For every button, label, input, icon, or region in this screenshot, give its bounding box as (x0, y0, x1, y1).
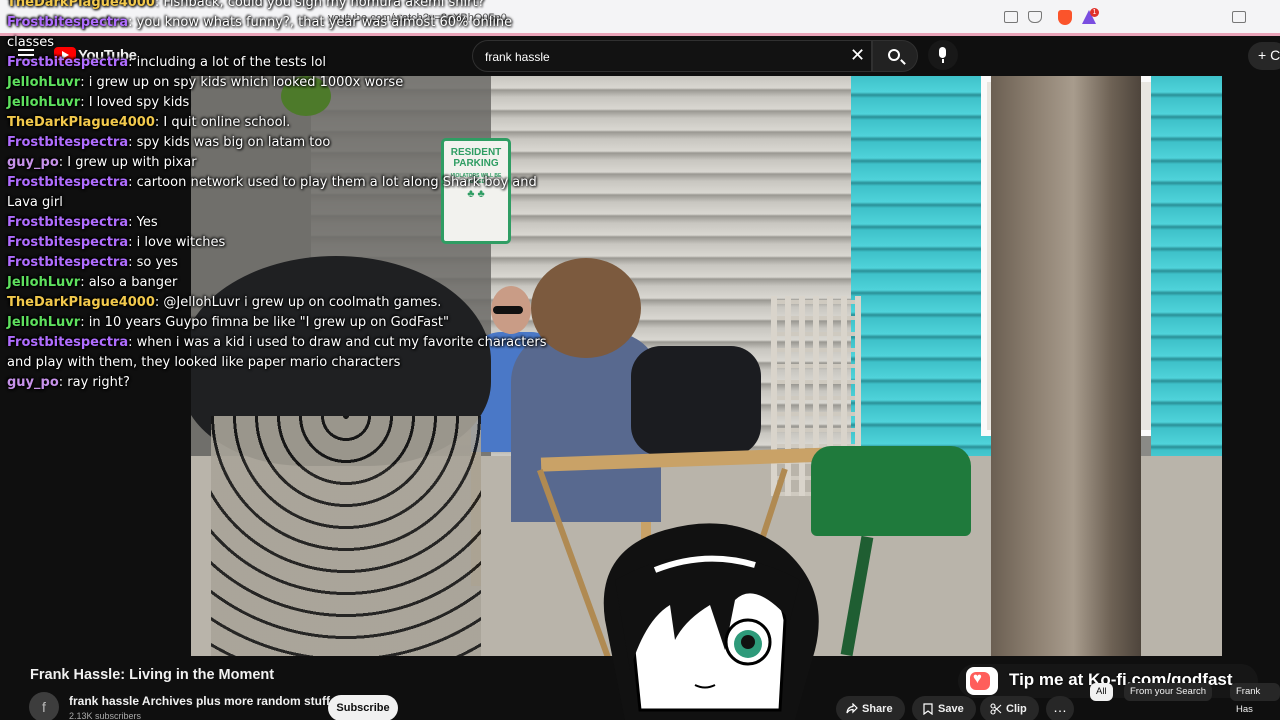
brave-shields-icon[interactable] (1058, 10, 1072, 25)
iron-stand (211, 416, 481, 656)
chat-username: Frostbitespectra (7, 255, 129, 270)
more-actions-button[interactable]: … (1046, 696, 1074, 720)
create-button[interactable]: + C (1248, 42, 1280, 70)
chat-message: JellohLuvr: also a banger (7, 275, 178, 290)
chat-username: JellohLuvr (7, 75, 81, 90)
chat-overlay: TheDarkPlague4000: Fishback, could you s… (7, 0, 547, 393)
kofi-cup-icon (966, 667, 998, 695)
video-title: Frank Hassle: Living in the Moment (30, 667, 275, 683)
chat-message: Frostbitespectra: cartoon network used t… (7, 175, 537, 210)
channel-name[interactable]: frank hassle Archives plus more random s… (69, 694, 330, 708)
chat-message: Frostbitespectra: including a lot of the… (7, 55, 327, 70)
chat-message: TheDarkPlague4000: Fishback, could you s… (7, 0, 547, 13)
chip-frank-hassle[interactable]: Frank Has (1230, 683, 1280, 715)
cast-icon[interactable] (1004, 11, 1018, 23)
chat-message: guy_po: ray right? (7, 375, 130, 390)
voice-search-button[interactable] (928, 40, 958, 70)
chat-text: in 10 years Guypo fimna be like "I grew … (88, 315, 449, 330)
chat-message: TheDarkPlague4000: I quit online school. (7, 115, 291, 130)
chat-text: Fishback, could you sign my homura akemi… (163, 0, 485, 10)
scissors-icon (990, 703, 1002, 715)
chat-username: Frostbitespectra (7, 175, 129, 190)
subscribe-button[interactable]: Subscribe (328, 695, 398, 720)
person-woman-hair (531, 258, 641, 358)
share-label: Share (862, 703, 893, 715)
chat-text: ray right? (67, 375, 130, 390)
chat-username: Frostbitespectra (7, 335, 129, 350)
chat-text: I grew up with pixar (67, 155, 197, 170)
chip-from-search[interactable]: From your Search (1124, 683, 1213, 701)
chat-message: Frostbitespectra: so yes (7, 255, 178, 270)
chat-message: JellohLuvr: in 10 years Guypo fimna be l… (7, 315, 449, 330)
search-button[interactable] (872, 40, 918, 72)
chat-username: JellohLuvr (7, 315, 81, 330)
backpack (631, 346, 761, 456)
chat-username: TheDarkPlague4000 (7, 0, 155, 10)
chat-message: Frostbitespectra: i love witches (7, 235, 226, 250)
chat-text: spy kids was big on latam too (136, 135, 331, 150)
chat-text: i grew up on spy kids which looked 1000x… (88, 75, 404, 90)
notification-badge: 1 (1090, 8, 1099, 17)
chat-text: including a lot of the tests lol (136, 55, 327, 70)
clear-search-icon[interactable]: ✕ (850, 46, 865, 64)
chat-username: TheDarkPlague4000 (7, 295, 155, 310)
vtuber-avatar (603, 523, 819, 720)
subscriber-count: 2.13K subscribers (69, 711, 142, 720)
channel-avatar[interactable]: f (29, 692, 59, 720)
chat-message: Frostbitespectra: spy kids was big on la… (7, 135, 331, 150)
chat-username: guy_po (7, 375, 59, 390)
chat-username: Frostbitespectra (7, 235, 129, 250)
chat-text: @JellohLuvr i grew up on coolmath games. (163, 295, 442, 310)
chat-username: Frostbitespectra (7, 15, 129, 30)
chat-message: Frostbitespectra: you know whats funny?,… (7, 15, 513, 50)
utility-pole (991, 76, 1141, 656)
bookmark-icon (923, 703, 933, 715)
chat-username: JellohLuvr (7, 275, 81, 290)
share-button[interactable]: Share (836, 696, 905, 720)
chat-username: JellohLuvr (7, 95, 81, 110)
share-icon (846, 703, 858, 714)
chat-text: so yes (136, 255, 178, 270)
chat-message: JellohLuvr: i grew up on spy kids which … (7, 75, 404, 90)
clip-button[interactable]: Clip (980, 696, 1039, 720)
chat-username: Frostbitespectra (7, 135, 129, 150)
chat-message: guy_po: I grew up with pixar (7, 155, 197, 170)
chat-username: Frostbitespectra (7, 215, 129, 230)
chat-message: Frostbitespectra: Yes (7, 215, 158, 230)
chat-message: JellohLuvr: I loved spy kids (7, 95, 190, 110)
chat-text: i love witches (136, 235, 226, 250)
chat-text: I quit online school. (163, 115, 291, 130)
chat-username: Frostbitespectra (7, 55, 129, 70)
share-page-icon[interactable] (1028, 11, 1042, 23)
clip-label: Clip (1006, 703, 1027, 715)
chat-message: TheDarkPlague4000: @JellohLuvr i grew up… (7, 295, 442, 310)
search-icon (888, 49, 900, 61)
chat-text: I loved spy kids (88, 95, 190, 110)
chip-all[interactable]: All (1090, 683, 1113, 701)
chat-username: guy_po (7, 155, 59, 170)
save-label: Save (938, 703, 964, 715)
save-button[interactable]: Save (912, 696, 976, 720)
chat-text: Yes (136, 215, 158, 230)
sidebar-toggle-icon[interactable] (1232, 11, 1246, 23)
chat-message: Frostbitespectra: when i was a kid i use… (7, 335, 547, 370)
chat-username: TheDarkPlague4000 (7, 115, 155, 130)
green-chair (811, 446, 971, 536)
chat-text: also a banger (88, 275, 178, 290)
